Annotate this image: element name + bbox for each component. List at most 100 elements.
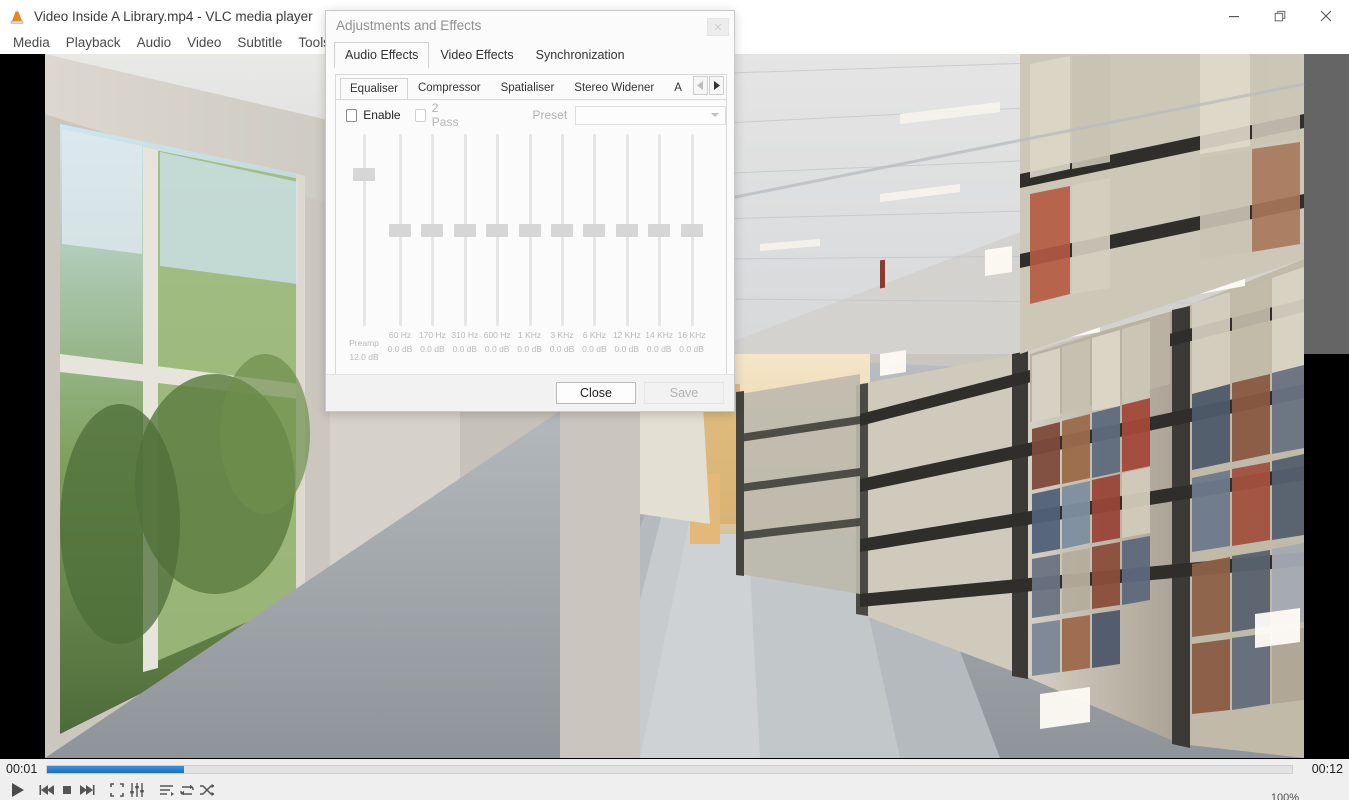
player-control-bar: 00:01 00:12 (0, 758, 1349, 800)
subtab-stereo-widener[interactable]: Stereo Widener (564, 77, 664, 99)
subtab-spatialiser[interactable]: Spatialiser (491, 77, 565, 99)
eq-band-gain-label: 0.0 dB (481, 344, 513, 354)
chevron-left-icon[interactable] (693, 76, 708, 95)
eq-band-slider[interactable]: 12 KHz 0.0 dB (611, 130, 643, 385)
minimize-button[interactable] (1211, 0, 1257, 32)
eq-band-gain-label: 0.0 dB (384, 344, 416, 354)
eq-band-handle[interactable] (519, 224, 541, 237)
elapsed-time: 00:01 (0, 762, 42, 776)
eq-band-slider[interactable]: 60 Hz0.0 dB (384, 130, 416, 385)
eq-band-gain-label: 0.0 dB (676, 344, 708, 354)
menu-item-subtitle[interactable]: Subtitle (229, 32, 290, 54)
shuffle-button[interactable] (198, 780, 216, 800)
eq-band-frequency-label: 600 Hz (481, 330, 513, 340)
eq-band-gain-label: 0.0 dB (514, 344, 546, 354)
eq-band-slider[interactable]: 14 KHz 0.0 dB (643, 130, 675, 385)
close-button-dialog[interactable]: Close (556, 382, 636, 404)
audio-effects-panel: Equaliser Compressor Spatialiser Stereo … (335, 74, 727, 386)
volume-control: 100% (1270, 796, 1345, 800)
window-title: Video Inside A Library.mp4 - VLC media p… (34, 9, 313, 24)
tab-video-effects[interactable]: Video Effects (429, 42, 524, 68)
two-pass-checkbox[interactable] (415, 109, 426, 122)
preamp-track (363, 134, 366, 326)
previous-button[interactable] (38, 780, 56, 800)
play-button[interactable] (4, 779, 30, 800)
eq-band-frequency-label: 310 Hz (449, 330, 481, 340)
close-button[interactable] (1303, 0, 1349, 32)
eq-band-slider[interactable]: 16 KHz 0.0 dB (676, 130, 708, 385)
eq-band-handle[interactable] (389, 224, 411, 237)
menu-item-playback[interactable]: Playback (58, 32, 129, 54)
subtab-compressor[interactable]: Compressor (408, 77, 491, 99)
eq-band-gain-label: 0.0 dB (611, 344, 643, 354)
preamp-value: 12.0 dB (348, 352, 380, 362)
eq-band-handle[interactable] (454, 224, 476, 237)
extended-settings-button[interactable] (128, 780, 146, 800)
adjustments-effects-dialog: Adjustments and Effects ✕ Audio Effects … (325, 10, 735, 412)
enable-checkbox[interactable] (346, 109, 357, 122)
fullscreen-button[interactable] (108, 780, 126, 800)
eq-band-slider[interactable]: 310 Hz 0.0 dB (449, 130, 481, 385)
eq-band-slider[interactable]: 6 KHz0.0 dB (578, 130, 610, 385)
menu-item-video[interactable]: Video (179, 32, 229, 54)
eq-band-frequency-label: 1 KHz (514, 330, 546, 340)
tab-synchronization[interactable]: Synchronization (525, 42, 636, 68)
subtab-equaliser[interactable]: Equaliser (340, 78, 408, 100)
chevron-right-icon[interactable] (709, 76, 724, 95)
menu-item-audio[interactable]: Audio (129, 32, 180, 54)
eq-band-handle[interactable] (421, 224, 443, 237)
eq-band-frequency-label: 12 KHz (611, 330, 643, 340)
save-button[interactable]: Save (644, 382, 724, 404)
eq-band-handle[interactable] (583, 224, 605, 237)
dialog-title: Adjustments and Effects (336, 18, 481, 33)
loop-button[interactable] (178, 780, 196, 800)
eq-band-frequency-label: 3 KHz (546, 330, 578, 340)
window-controls (1211, 0, 1349, 32)
vlc-cone-icon (6, 6, 28, 26)
equaliser-body: Enable 2 Pass Preset Preamp 12 (336, 99, 726, 385)
preamp-label: Preamp (348, 338, 380, 348)
preset-dropdown[interactable] (575, 106, 726, 125)
eq-band-handle[interactable] (681, 224, 703, 237)
equaliser-sliders: Preamp 12.0 dB 60 Hz0.0 dB170 Hz0.0 dB31… (336, 130, 726, 385)
eq-band-slider[interactable]: 600 Hz 0.0 dB (481, 130, 513, 385)
equaliser-options-row: Enable 2 Pass Preset (336, 100, 726, 126)
eq-band-handle[interactable] (486, 224, 508, 237)
dialog-footer: Close Save (326, 374, 734, 411)
preamp-slider[interactable]: Preamp 12.0 dB (348, 130, 380, 385)
preset-label: Preset (532, 108, 567, 122)
eq-band-handle[interactable] (551, 224, 573, 237)
stop-button[interactable] (58, 780, 76, 800)
eq-band-gain-label: 0.0 dB (643, 344, 675, 354)
eq-band-gain-label: 0.0 dB (546, 344, 578, 354)
restore-button[interactable] (1257, 0, 1303, 32)
chevron-down-icon (711, 113, 719, 117)
eq-band-slider[interactable]: 1 KHz 0.0 dB (514, 130, 546, 385)
dialog-title-bar: Adjustments and Effects ✕ (326, 11, 734, 39)
seek-row: 00:01 00:12 (0, 761, 1349, 777)
dialog-close-button[interactable]: ✕ (707, 18, 729, 36)
eq-band-slider[interactable]: 170 Hz 0.0 dB (416, 130, 448, 385)
eq-band-frequency-label: 16 KHz (676, 330, 708, 340)
menu-item-media[interactable]: Media (5, 32, 58, 54)
eq-band-frequency-label: 14 KHz (643, 330, 675, 340)
subtab-advanced[interactable]: A (664, 77, 683, 99)
enable-label: Enable (363, 108, 400, 122)
eq-band-slider[interactable]: 3 KHz 0.0 dB (546, 130, 578, 385)
playlist-button[interactable] (158, 780, 176, 800)
eq-band-gain-label: 0.0 dB (449, 344, 481, 354)
total-time: 00:12 (1303, 761, 1349, 777)
subtab-scroll-arrows (692, 76, 724, 95)
vlc-window: Video Inside A Library.mp4 - VLC media p… (0, 0, 1349, 800)
seek-bar[interactable] (46, 765, 1293, 774)
eq-band-gain-label: 0.0 dB (578, 344, 610, 354)
next-button[interactable] (78, 780, 96, 800)
tab-audio-effects[interactable]: Audio Effects (334, 42, 429, 68)
eq-band-gain-label: 0.0 dB (416, 344, 448, 354)
eq-band-handle[interactable] (648, 224, 670, 237)
eq-band-handle[interactable] (616, 224, 638, 237)
eq-band-frequency-label: 170 Hz (416, 330, 448, 340)
seek-progress (47, 766, 184, 773)
transport-controls: 100% (0, 778, 1349, 800)
preamp-handle[interactable] (353, 168, 375, 181)
